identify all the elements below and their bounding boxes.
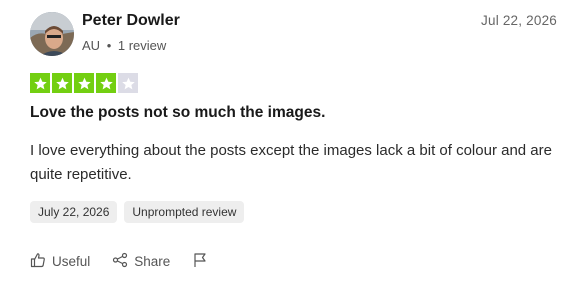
review-body: I love everything about the posts except… bbox=[30, 142, 552, 183]
review-title[interactable]: Love the posts not so much the images. bbox=[30, 104, 325, 122]
reviewer-meta: AU • 1 review bbox=[82, 38, 166, 53]
meta-separator: • bbox=[106, 38, 112, 53]
review-date: Jul 22, 2026 bbox=[481, 13, 557, 28]
reviewer-name[interactable]: Peter Dowler bbox=[82, 12, 180, 30]
star-rating bbox=[30, 73, 138, 93]
star-icon bbox=[118, 73, 138, 93]
star-icon bbox=[74, 73, 94, 93]
flag-icon bbox=[192, 252, 208, 271]
share-button[interactable]: Share bbox=[112, 252, 170, 271]
report-button[interactable] bbox=[192, 252, 208, 271]
avatar[interactable] bbox=[30, 12, 74, 56]
star-icon bbox=[52, 73, 72, 93]
share-label: Share bbox=[134, 254, 171, 269]
useful-button[interactable]: Useful bbox=[30, 252, 90, 271]
review-card: Peter Dowler AU • 1 review Jul 22, 2026 … bbox=[0, 0, 571, 286]
review-tags: July 22, 2026 Unprompted review bbox=[30, 201, 245, 223]
star-icon bbox=[30, 73, 50, 93]
review-type-tag[interactable]: Unprompted review bbox=[124, 201, 245, 223]
date-tag: July 22, 2026 bbox=[30, 201, 118, 223]
star-icon bbox=[96, 73, 116, 93]
share-icon bbox=[112, 252, 128, 271]
reviewer-review-count: 1 review bbox=[117, 38, 167, 53]
reviewer-country: AU bbox=[82, 38, 101, 53]
thumbs-up-icon bbox=[30, 252, 46, 271]
review-actions: Useful Share bbox=[30, 252, 208, 271]
useful-label: Useful bbox=[52, 254, 91, 269]
